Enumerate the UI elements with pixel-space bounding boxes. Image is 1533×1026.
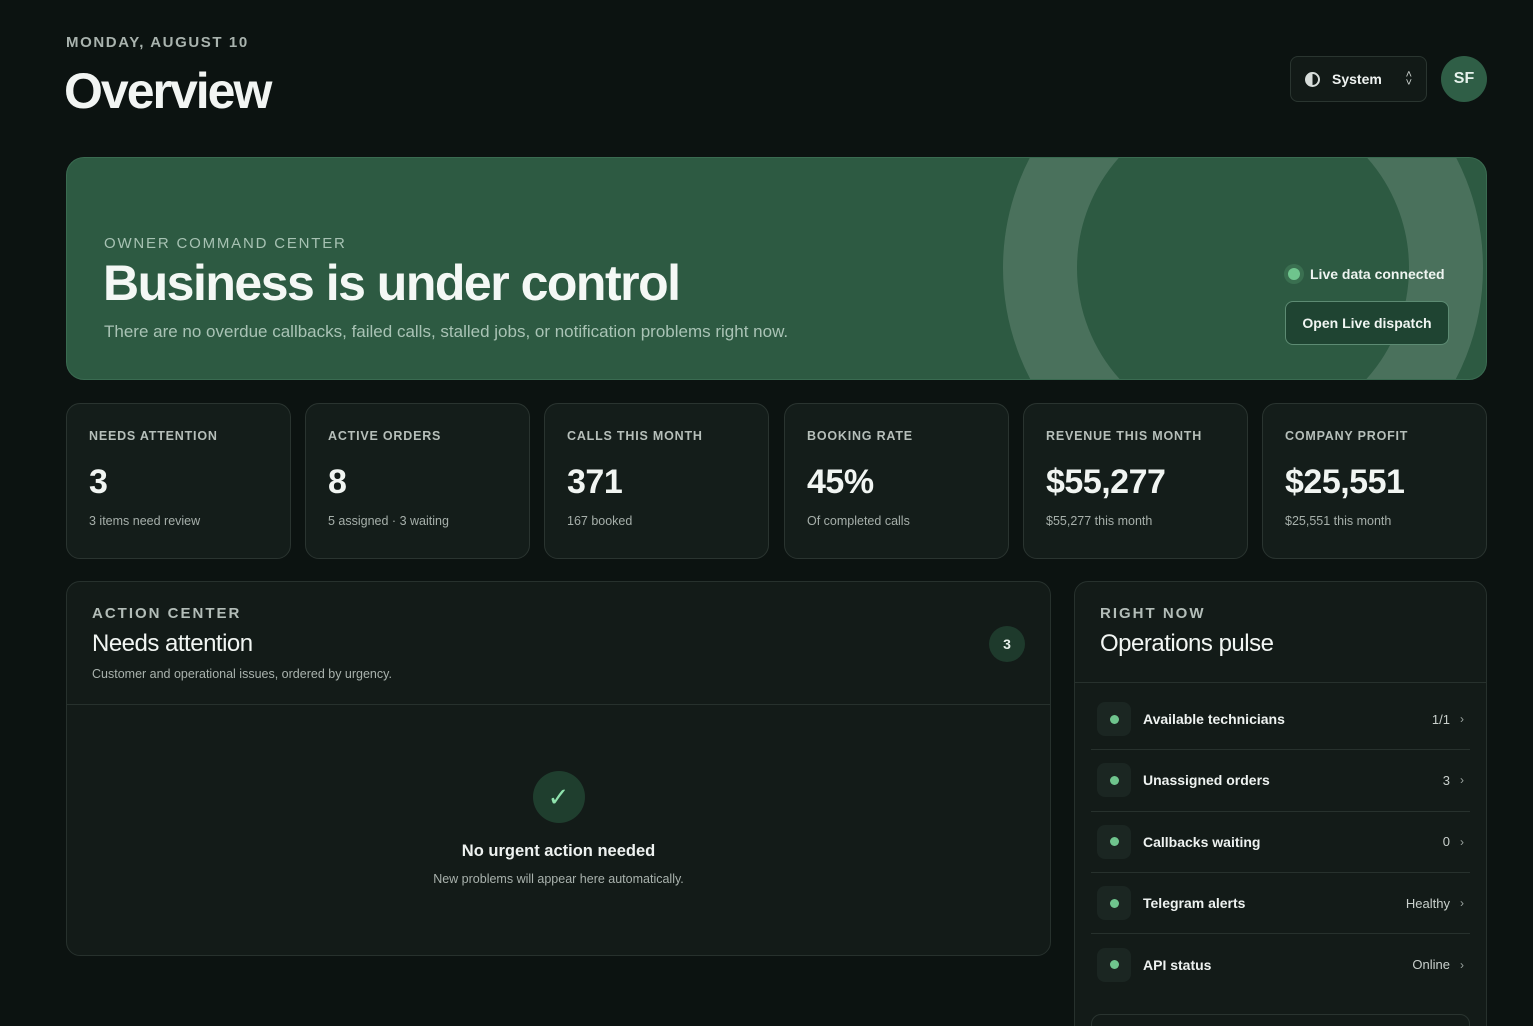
chevron-right-icon: › [1460, 834, 1464, 849]
stat-value: 8 [328, 463, 347, 501]
open-live-dispatch-button[interactable]: Open Live dispatch [1285, 301, 1449, 345]
pulse-title: Operations pulse [1100, 630, 1274, 657]
stat-value: 3 [89, 463, 108, 501]
operations-pulse-panel: RIGHT NOW Operations pulse Available tec… [1074, 581, 1487, 1026]
pulse-value: Healthy [1405, 895, 1450, 911]
pulse-row-unassigned-orders[interactable]: Unassigned orders 3 › [1091, 750, 1470, 812]
stat-label: BOOKING RATE [807, 429, 913, 443]
theme-select-label: System [1332, 71, 1382, 87]
stat-label: CALLS THIS MONTH [567, 429, 703, 443]
stat-label: ACTIVE ORDERS [328, 429, 442, 443]
pulse-value: Online [1412, 957, 1450, 973]
operations-pulse-header: RIGHT NOW Operations pulse [1075, 582, 1486, 683]
live-status: Live data connected [1288, 266, 1445, 282]
chevron-right-icon: › [1460, 712, 1464, 727]
theme-contrast-icon [1305, 71, 1320, 87]
live-dot-icon [1288, 268, 1300, 280]
action-center-description: Customer and operational issues, ordered… [92, 667, 392, 681]
empty-state-subtitle: New problems will appear here automatica… [433, 872, 684, 886]
hero-title: Business is under control [103, 255, 681, 311]
stat-value: 45% [807, 463, 874, 501]
hero-subtitle: There are no overdue callbacks, failed c… [104, 322, 789, 341]
pulse-eyebrow: RIGHT NOW [1100, 605, 1206, 622]
stat-sub: 167 booked [567, 514, 633, 528]
pulse-label: API status [1143, 956, 1212, 973]
stat-value: $25,551 [1285, 463, 1405, 501]
stat-sub: $55,277 this month [1046, 514, 1153, 528]
stat-card-calls-this-month[interactable]: CALLS THIS MONTH 371 167 booked [544, 403, 769, 559]
chevron-right-icon: › [1460, 773, 1464, 788]
stat-value: $55,277 [1046, 463, 1166, 501]
pulse-label: Telegram alerts [1143, 895, 1246, 912]
pulse-row-telegram-alerts[interactable]: Telegram alerts Healthy › [1091, 873, 1470, 935]
page-title: Overview [64, 63, 272, 119]
pulse-list: Available technicians 1/1 › Unassigned o… [1075, 683, 1486, 995]
pulse-footer-card [1091, 1014, 1470, 1026]
hero-eyebrow: OWNER COMMAND CENTER [104, 235, 347, 252]
stat-label: NEEDS ATTENTION [89, 429, 218, 443]
action-center-panel: ACTION CENTER Needs attention Customer a… [66, 581, 1051, 956]
header-date: MONDAY, AUGUST 10 [66, 34, 249, 51]
chevron-right-icon: › [1460, 957, 1464, 972]
stat-card-company-profit[interactable]: COMPANY PROFIT $25,551 $25,551 this mont… [1262, 403, 1487, 559]
stat-sub: 5 assigned · 3 waiting [328, 514, 449, 528]
pulse-label: Unassigned orders [1143, 772, 1270, 789]
pulse-value: 3 [1442, 772, 1450, 788]
pulse-label: Available technicians [1143, 711, 1285, 728]
stat-sub: Of completed calls [807, 514, 910, 528]
live-status-label: Live data connected [1310, 266, 1445, 282]
avatar[interactable]: SF [1441, 56, 1487, 102]
action-center-eyebrow: ACTION CENTER [92, 605, 242, 622]
stat-sub: $25,551 this month [1285, 514, 1392, 528]
stat-sub: 3 items need review [89, 514, 201, 528]
updown-icon: ˄ ˅ [1405, 69, 1412, 89]
stat-card-booking-rate[interactable]: BOOKING RATE 45% Of completed calls [784, 403, 1009, 559]
theme-select[interactable]: System ˄ ˅ [1290, 56, 1427, 102]
check-icon: ✓ [532, 771, 585, 823]
status-dot-icon [1097, 702, 1131, 737]
pulse-label: Callbacks waiting [1143, 833, 1261, 850]
status-dot-icon [1097, 763, 1131, 798]
action-center-title: Needs attention [92, 630, 253, 657]
action-center-header: ACTION CENTER Needs attention Customer a… [67, 582, 1050, 705]
status-dot-icon [1097, 824, 1131, 859]
stat-card-revenue-this-month[interactable]: REVENUE THIS MONTH $55,277 $55,277 this … [1023, 403, 1248, 559]
empty-state: ✓ No urgent action needed New problems w… [67, 771, 1050, 886]
empty-state-title: No urgent action needed [461, 842, 656, 860]
stat-card-needs-attention[interactable]: NEEDS ATTENTION 3 3 items need review [66, 403, 291, 559]
stat-label: COMPANY PROFIT [1285, 429, 1409, 443]
pulse-value: 0 [1442, 834, 1450, 850]
attention-count-badge: 3 [989, 626, 1025, 662]
stat-card-active-orders[interactable]: ACTIVE ORDERS 8 5 assigned · 3 waiting [305, 403, 530, 559]
pulse-row-callbacks-waiting[interactable]: Callbacks waiting 0 › [1091, 812, 1470, 873]
chevron-right-icon: › [1460, 896, 1464, 911]
pulse-value: 1/1 [1431, 711, 1450, 727]
status-dot-icon [1097, 886, 1131, 921]
stat-label: REVENUE THIS MONTH [1046, 429, 1203, 443]
pulse-row-available-technicians[interactable]: Available technicians 1/1 › [1091, 689, 1470, 751]
pulse-row-api-status[interactable]: API status Online › [1091, 934, 1470, 995]
hero-banner: OWNER COMMAND CENTER Business is under c… [66, 157, 1487, 380]
status-dot-icon [1097, 947, 1131, 982]
stat-value: 371 [567, 463, 623, 501]
